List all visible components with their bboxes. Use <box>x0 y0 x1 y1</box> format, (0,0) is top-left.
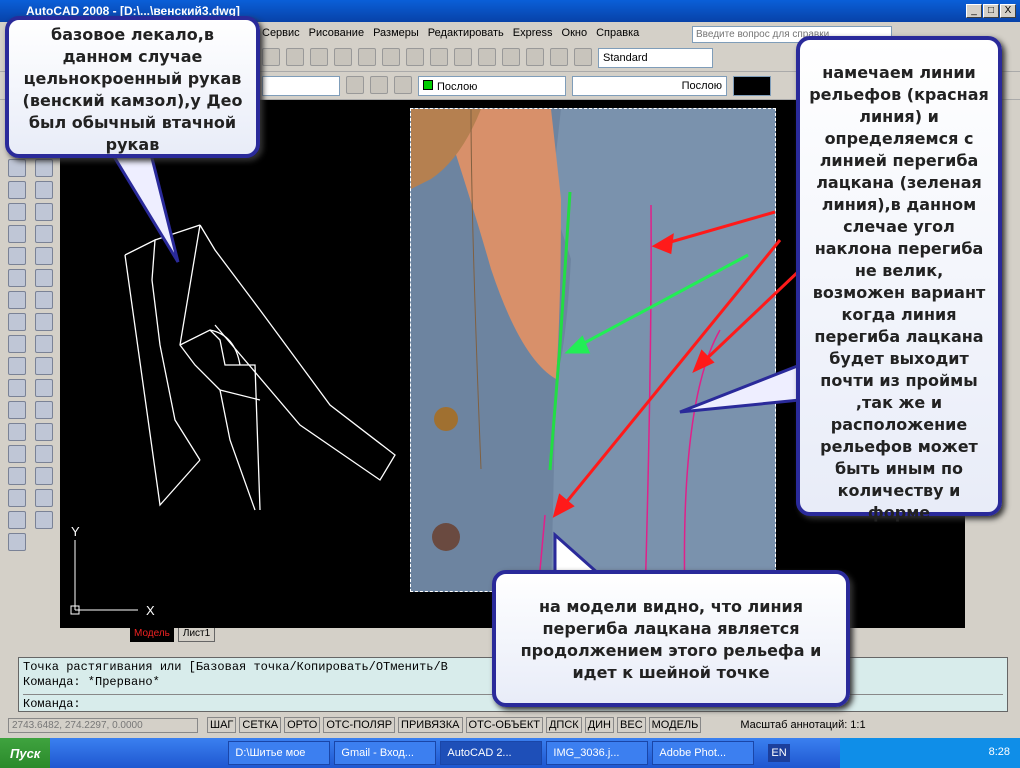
right-callout: намечаем линии рельефов (красная линия) … <box>796 36 1002 522</box>
left-callout: базовое лекало,в данном случае цельнокро… <box>5 16 260 158</box>
bottom-callout-tail <box>553 531 604 577</box>
lapel-fold-line <box>548 191 572 471</box>
left-callout-tail <box>107 148 180 263</box>
bottom-callout: на модели видно, что линия перегиба лацк… <box>492 570 850 707</box>
right-callout-tail <box>679 362 802 414</box>
red-arrows <box>552 210 802 518</box>
green-arrow <box>564 253 749 354</box>
relief-line <box>683 329 721 601</box>
